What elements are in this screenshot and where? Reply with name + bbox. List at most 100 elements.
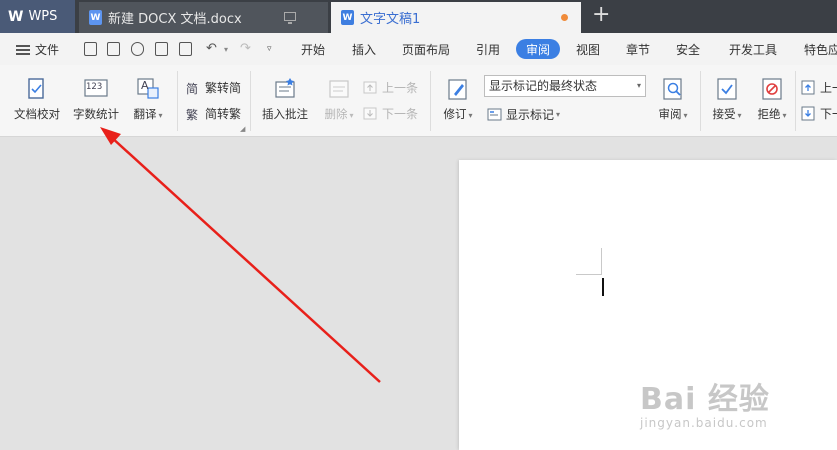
proofread-icon <box>25 77 49 101</box>
tab-new-docx-label: 新建 DOCX 文档.docx <box>108 12 242 27</box>
insert-comment-icon <box>273 77 297 101</box>
new-tab-button[interactable]: + <box>592 3 610 27</box>
prev-change-icon <box>801 80 816 95</box>
proofread-label: 文档校对 <box>14 107 60 121</box>
markup-state-select[interactable]: 显示标记的最终状态 ▾ <box>484 75 646 97</box>
review-pane-label: 审阅 <box>658 107 682 121</box>
track-changes-icon <box>446 77 470 101</box>
ribbon-divider <box>177 71 178 131</box>
format-painter-icon[interactable] <box>131 42 144 56</box>
delete-comment-label: 删除 <box>324 107 348 121</box>
trad-to-simp-button[interactable]: 简 繁转简 <box>186 79 241 96</box>
wps-app-button[interactable]: W WPS <box>0 0 75 33</box>
next-comment-label: 下一条 <box>382 107 419 121</box>
menu-item-review[interactable]: 审阅 <box>516 39 560 59</box>
ribbon-divider <box>430 71 431 131</box>
file-menu[interactable]: 文件 <box>16 41 59 58</box>
reject-icon <box>760 77 784 101</box>
delete-comment-icon <box>327 77 351 101</box>
trad-to-simp-icon: 简 <box>186 80 201 96</box>
markup-state-value: 显示标记的最终状态 <box>489 79 598 93</box>
delete-comment-button[interactable]: 删除 ▾ <box>319 77 359 122</box>
menu-item-insert[interactable]: 插入 <box>352 41 376 58</box>
simp-to-trad-icon: 繁 <box>186 106 201 122</box>
menu-item-page-layout[interactable]: 页面布局 <box>402 41 450 58</box>
print-icon[interactable] <box>155 42 168 56</box>
word-count-button[interactable]: 123 字数统计 <box>71 77 121 122</box>
prev-change-button[interactable]: 上一 <box>801 79 837 96</box>
next-comment-icon <box>363 106 378 121</box>
save-icon[interactable] <box>107 42 120 56</box>
redo-icon[interactable]: ↷ <box>240 41 251 56</box>
text-cursor <box>602 278 604 296</box>
chevron-down-icon: ▾ <box>636 81 641 90</box>
ribbon-divider <box>700 71 701 131</box>
review-ribbon: 文档校对 123 字数统计 A 翻译 ▾ 简 繁转简 繁 简转繁 ◢ 插入批注 … <box>0 65 837 137</box>
word-count-icon-digits: 123 <box>86 82 103 92</box>
tab-text-doc1-label: 文字文稿1 <box>360 12 421 27</box>
next-change-label: 下一 <box>820 107 837 121</box>
unsaved-dot-icon <box>561 14 568 21</box>
track-changes-caret-icon: ▾ <box>468 111 473 120</box>
dialog-launcher-icon[interactable]: ◢ <box>240 125 245 133</box>
review-pane-caret-icon: ▾ <box>683 111 688 120</box>
show-markup-button[interactable]: 显示标记 ▾ <box>487 106 560 123</box>
tab-new-docx[interactable]: W 新建 DOCX 文档.docx <box>79 2 328 33</box>
print-preview-icon[interactable] <box>179 42 192 56</box>
hamburger-icon <box>16 44 30 55</box>
menu-bar: 文件 ↶ ▾ ↷ ▿ 开始 插入 页面布局 引用 审阅 视图 章节 安全 开发工… <box>0 33 837 65</box>
baidu-watermark: Bai 经验 jingyan.baidu.com <box>640 374 770 430</box>
reject-label: 拒绝 <box>757 107 781 121</box>
menu-item-start[interactable]: 开始 <box>301 41 325 58</box>
insert-comment-button[interactable]: 插入批注 <box>259 77 311 122</box>
new-doc-icon[interactable] <box>84 42 97 56</box>
show-markup-caret-icon: ▾ <box>556 110 561 119</box>
simp-to-trad-button[interactable]: 繁 简转繁 <box>186 105 241 122</box>
quick-access-more-icon[interactable]: ▿ <box>267 44 272 54</box>
trad-to-simp-label: 繁转简 <box>205 81 242 95</box>
word-count-icon: 123 <box>84 77 108 101</box>
next-change-icon <box>801 106 816 121</box>
menu-item-security[interactable]: 安全 <box>676 41 700 58</box>
delete-caret-icon: ▾ <box>349 111 354 120</box>
next-change-button[interactable]: 下一 <box>801 105 837 122</box>
translate-caret-icon: ▾ <box>158 111 163 120</box>
title-tab-bar: W WPS W 新建 DOCX 文档.docx W 文字文稿1 + <box>0 0 837 33</box>
reject-caret-icon: ▾ <box>782 111 787 120</box>
prev-comment-button[interactable]: 上一条 <box>363 79 418 96</box>
simp-to-trad-icon-char: 繁 <box>186 108 199 122</box>
monitor-icon[interactable] <box>284 12 296 24</box>
ribbon-divider <box>250 71 251 131</box>
review-pane-icon <box>661 77 685 101</box>
tab-text-doc1[interactable]: W 文字文稿1 <box>331 2 581 33</box>
review-pane-button[interactable]: 审阅 ▾ <box>655 77 691 122</box>
undo-icon[interactable]: ↶ <box>206 41 217 56</box>
menu-item-features[interactable]: 特色应 <box>804 41 837 58</box>
translate-icon-letter: A <box>141 79 149 92</box>
margin-corner-mark <box>601 248 602 274</box>
file-menu-label: 文件 <box>35 43 60 57</box>
menu-item-chapter[interactable]: 章节 <box>626 41 650 58</box>
menu-item-reference[interactable]: 引用 <box>476 41 500 58</box>
menu-item-developer[interactable]: 开发工具 <box>729 41 777 58</box>
prev-comment-icon <box>363 80 378 95</box>
translate-button[interactable]: A 翻译 ▾ <box>128 77 168 122</box>
wps-app-label: WPS <box>28 9 58 24</box>
simp-to-trad-label: 简转繁 <box>205 107 242 121</box>
reject-button[interactable]: 拒绝 ▾ <box>754 77 790 122</box>
word-count-label: 字数统计 <box>73 107 119 121</box>
trad-to-simp-icon-char: 简 <box>186 82 199 96</box>
accept-button[interactable]: 接受 ▾ <box>709 77 745 122</box>
prev-change-label: 上一 <box>820 81 837 95</box>
annotation-arrow-shaft <box>109 135 381 383</box>
menu-item-view[interactable]: 视图 <box>576 41 600 58</box>
track-changes-button[interactable]: 修订 ▾ <box>438 77 478 122</box>
ribbon-divider <box>795 71 796 131</box>
undo-dropdown-icon[interactable]: ▾ <box>224 45 228 54</box>
next-comment-button[interactable]: 下一条 <box>363 105 418 122</box>
writer-doc-icon: W <box>341 10 354 25</box>
prev-comment-label: 上一条 <box>382 81 419 95</box>
watermark-url: jingyan.baidu.com <box>640 416 768 430</box>
proofread-button[interactable]: 文档校对 <box>12 77 62 122</box>
wps-logo-icon: W <box>8 8 23 25</box>
